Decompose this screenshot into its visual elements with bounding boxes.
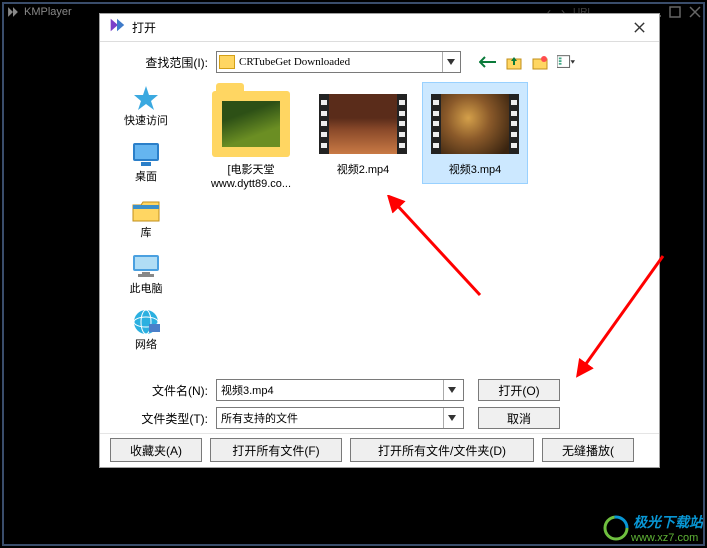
lookin-combo[interactable]: CRTubeGet Downloaded [216, 51, 461, 73]
filetype-combo[interactable]: 所有支持的文件 [216, 407, 464, 429]
place-quick-access[interactable]: 快速访问 [104, 80, 188, 134]
lookin-value: CRTubeGet Downloaded [239, 56, 350, 68]
back-icon[interactable] [479, 53, 497, 71]
kmplayer-logo: KMPlayer [6, 5, 72, 19]
open-all-files-button[interactable]: 打开所有文件(F) [210, 438, 342, 462]
chevron-down-icon[interactable] [443, 380, 459, 400]
maximize-icon[interactable] [669, 6, 681, 18]
view-menu-icon[interactable] [557, 53, 575, 71]
filetype-label: 文件类型(T): [124, 410, 216, 427]
video-thumb-icon [433, 94, 517, 154]
filename-label: 文件名(N): [124, 382, 216, 399]
open-button[interactable]: 打开(O) [478, 379, 560, 401]
chevron-down-icon[interactable] [443, 408, 459, 428]
open-file-dialog: 打开 查找范围(I): CRTubeGet Downloaded 快速访问 [99, 13, 660, 468]
open-all-files-folders-button[interactable]: 打开所有文件/文件夹(D) [350, 438, 534, 462]
filename-input[interactable]: 视频3.mp4 [216, 379, 464, 401]
app-name: KMPlayer [24, 6, 72, 18]
place-libraries[interactable]: 库 [104, 192, 188, 246]
close-icon[interactable] [689, 6, 701, 18]
file-item-video3[interactable]: 视频3.mp4 [422, 82, 528, 184]
folder-icon [212, 91, 290, 157]
favorites-button[interactable]: 收藏夹(A) [110, 438, 202, 462]
places-bar: 快速访问 桌面 库 此电脑 网络 [100, 76, 192, 376]
app-play-icon [108, 16, 126, 39]
file-item-video2[interactable]: 视频2.mp4 [310, 82, 416, 184]
lookin-label: 查找范围(I): [124, 54, 216, 71]
video-thumb-icon [321, 94, 405, 154]
folder-item[interactable]: [电影天堂www.dytt89.co... [198, 82, 304, 199]
place-desktop[interactable]: 桌面 [104, 136, 188, 190]
dialog-titlebar: 打开 [100, 14, 659, 42]
place-network[interactable]: 网络 [104, 304, 188, 358]
up-folder-icon[interactable] [505, 53, 523, 71]
file-list[interactable]: [电影天堂www.dytt89.co... 视频2.mp4 [192, 76, 659, 376]
new-folder-icon[interactable] [531, 53, 549, 71]
watermark: 极光下载站 www.xz7.com [603, 512, 703, 544]
chevron-down-icon[interactable] [442, 52, 458, 72]
seamless-play-button[interactable]: 无缝播放( [542, 438, 634, 462]
cancel-button[interactable]: 取消 [478, 407, 560, 429]
dialog-title: 打开 [132, 19, 156, 36]
close-button[interactable] [627, 16, 651, 40]
folder-icon [219, 55, 235, 69]
place-this-pc[interactable]: 此电脑 [104, 248, 188, 302]
